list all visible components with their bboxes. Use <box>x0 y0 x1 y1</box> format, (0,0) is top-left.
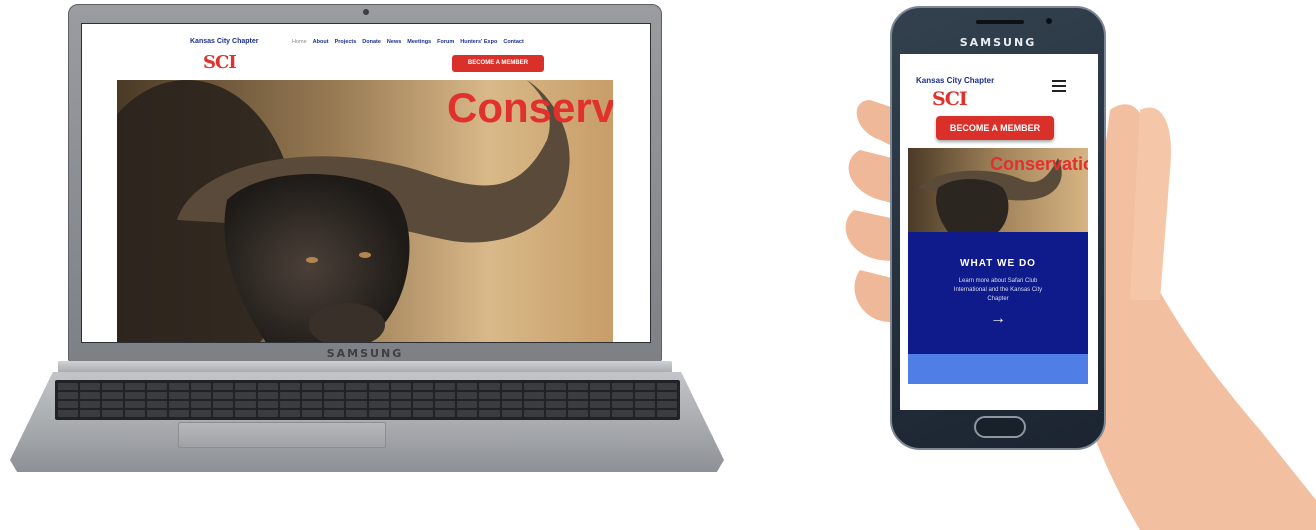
what-we-do-text: Learn more about Safari Club Internation… <box>953 278 1043 302</box>
mobile-become-member-button[interactable]: BECOME A MEMBER <box>936 116 1054 140</box>
mobile-chapter-name: Kansas City Chapter <box>916 76 995 85</box>
home-button[interactable] <box>974 416 1026 438</box>
mobile-hero-title: Conservation <box>990 154 1088 174</box>
hero-banner: Conservation <box>117 80 613 342</box>
nav-home[interactable]: Home <box>292 39 307 45</box>
chapter-name: Kansas City Chapter <box>190 38 259 45</box>
nav-contact[interactable]: Contact <box>503 39 523 45</box>
trackpad <box>178 422 386 448</box>
hero-title: Conservation <box>447 84 613 131</box>
front-camera <box>1046 18 1052 24</box>
laptop-device: Kansas City Chapter SCI Home About Proje… <box>0 0 740 500</box>
laptop-lid: Kansas City Chapter SCI Home About Proje… <box>68 4 662 362</box>
phone-brand-label: SAMSUNG <box>959 36 1037 49</box>
what-we-do-title: WHAT WE DO <box>960 258 1036 269</box>
buffalo-hero-image: Conservation <box>117 80 613 342</box>
nav-donate[interactable]: Donate <box>362 39 381 45</box>
webcam <box>363 9 369 15</box>
smartphone: SAMSUNG Kansas City Chapter SCI BECOME A… <box>890 6 1106 450</box>
nav-projects[interactable]: Projects <box>335 39 357 45</box>
laptop-brand-label: SAMSUNG <box>326 347 404 360</box>
earpiece <box>976 20 1024 24</box>
mobile-hero-banner: Conservation <box>908 148 1088 232</box>
what-we-do-section: WHAT WE DO Learn more about Safari Club … <box>908 232 1088 354</box>
nav-forum[interactable]: Forum <box>437 39 454 45</box>
nav-hunters-expo[interactable]: Hunters' Expo <box>460 39 497 45</box>
keyboard <box>55 380 680 420</box>
blue-section-band <box>908 354 1088 384</box>
hamburger-menu-icon[interactable] <box>1052 80 1066 95</box>
laptop-hinge <box>58 361 672 373</box>
nav-news[interactable]: News <box>387 39 401 45</box>
phone-screen: Kansas City Chapter SCI BECOME A MEMBER <box>900 54 1098 410</box>
sci-logo[interactable]: SCI <box>203 52 237 73</box>
laptop-screen: Kansas City Chapter SCI Home About Proje… <box>81 23 651 343</box>
become-member-button[interactable]: BECOME A MEMBER <box>452 55 544 72</box>
site-header: Kansas City Chapter SCI Home About Proje… <box>82 24 650 80</box>
nav-about[interactable]: About <box>313 39 329 45</box>
main-nav: Home About Projects Donate News Meetings… <box>292 39 524 45</box>
nav-meetings[interactable]: Meetings <box>407 39 431 45</box>
phone-in-hand: SAMSUNG Kansas City Chapter SCI BECOME A… <box>840 0 1316 530</box>
mobile-sci-logo[interactable]: SCI <box>932 88 968 110</box>
mobile-buffalo-image: Conservation <box>908 148 1088 232</box>
arrow-right-icon[interactable]: → <box>908 310 1088 328</box>
